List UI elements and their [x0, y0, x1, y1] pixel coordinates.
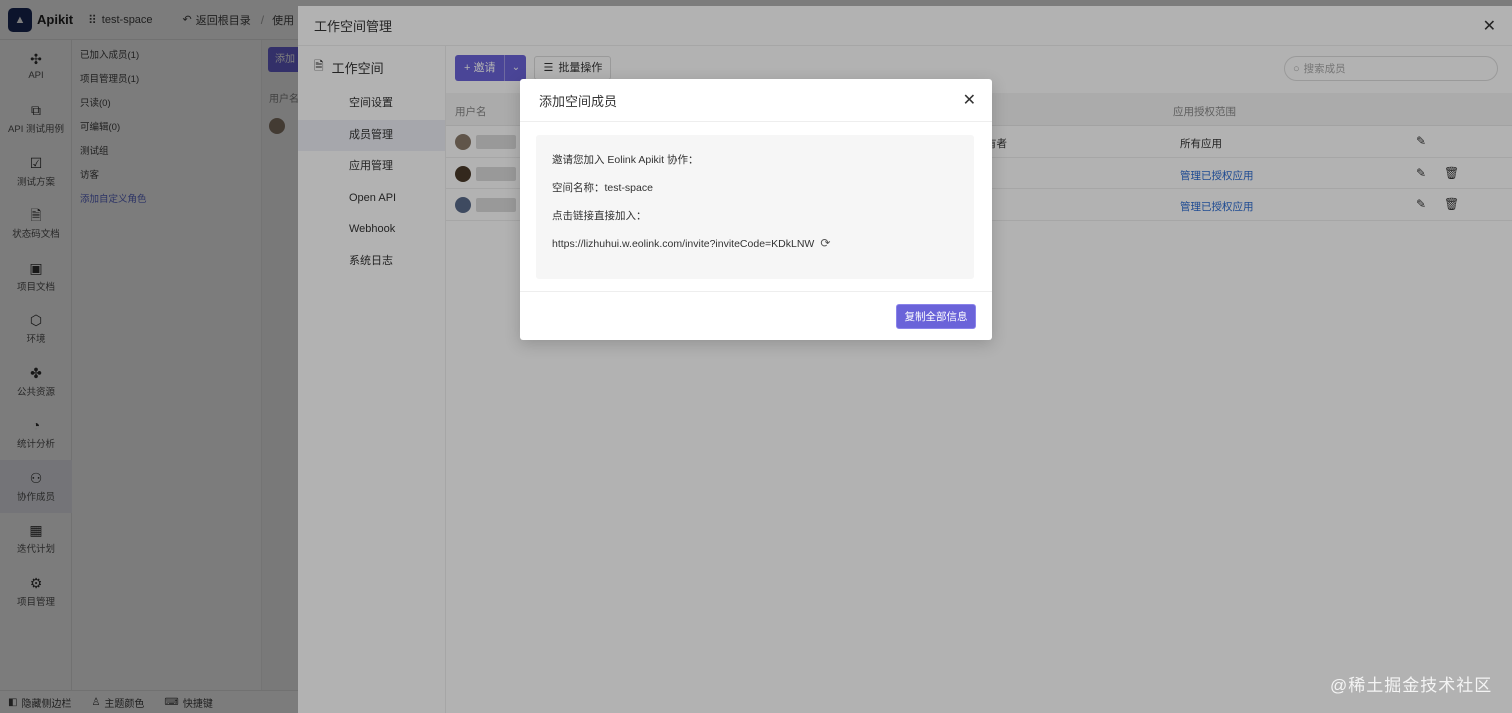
invite-link-row: https://lizhuhui.w.eolink.com/invite?inv… [552, 236, 830, 250]
watermark: @稀土掘金技术社区 [1330, 676, 1493, 695]
close-icon[interactable]: ✕ [963, 90, 976, 110]
copy-all-button[interactable]: 复制全部信息 [896, 304, 976, 329]
modal-footer: 复制全部信息 [520, 291, 992, 340]
invite-info-box: 邀请您加入 Eolink Apikit 协作： 空间名称：test-space … [536, 135, 974, 279]
invite-space-name: 空间名称：test-space [552, 182, 653, 194]
invite-link-label: 点击链接直接加入： [552, 210, 647, 222]
modal-header: 添加空间成员 ✕ [520, 79, 992, 122]
add-member-modal: 添加空间成员 ✕ 邀请您加入 Eolink Apikit 协作： 空间名称：te… [520, 79, 992, 340]
invite-intro: 邀请您加入 Eolink Apikit 协作： [552, 154, 699, 166]
invite-link[interactable]: https://lizhuhui.w.eolink.com/invite?inv… [552, 238, 814, 250]
refresh-icon[interactable]: ⟳ [820, 236, 830, 250]
modal-title: 添加空间成员 [539, 93, 618, 109]
